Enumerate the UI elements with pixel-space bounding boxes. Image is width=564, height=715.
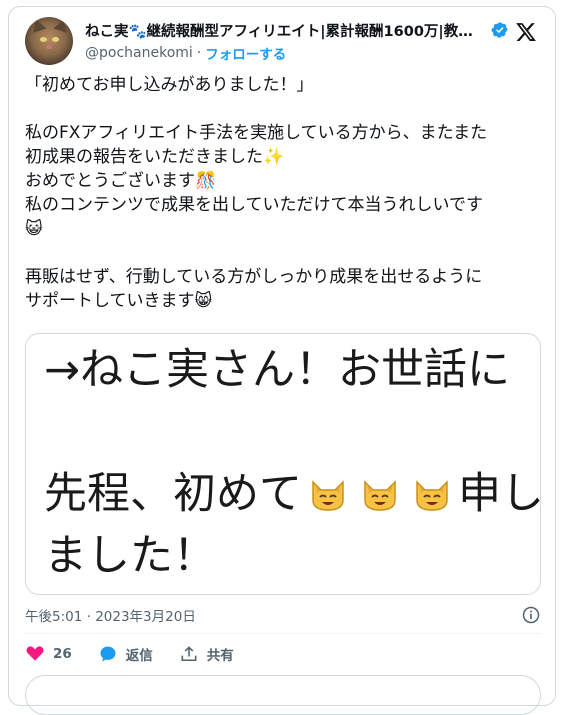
name-row: ねこ実🐾継続報酬型アフィリエイト|累計報酬1600万|教材実… xyxy=(85,19,515,41)
share-label: 共有 xyxy=(206,648,234,664)
reply-button[interactable]: 返信 xyxy=(98,644,153,664)
cat-face-icon xyxy=(416,480,448,511)
cat-face-icon xyxy=(312,480,344,511)
verified-badge-icon xyxy=(491,22,508,38)
separator: · xyxy=(196,45,202,61)
info-icon[interactable] xyxy=(521,605,541,625)
share-icon xyxy=(181,646,197,662)
reply-box[interactable] xyxy=(25,675,541,715)
reply-label: 返信 xyxy=(125,648,153,664)
tweet-line: 😺 xyxy=(25,219,43,239)
tweet-line: 再販はせず、行動している方がしっかり成果を出せるように xyxy=(25,267,483,287)
tweet-line: おめでとうございます🎊 xyxy=(25,171,217,191)
like-button[interactable]: 26 xyxy=(25,644,72,664)
heart-icon xyxy=(26,646,44,661)
x-logo-icon[interactable] xyxy=(515,21,537,43)
follow-button[interactable]: フォローする xyxy=(205,43,286,63)
tweet-header: ねこ実🐾継続報酬型アフィリエイト|累計報酬1600万|教材実… @pochane… xyxy=(25,17,541,65)
avatar[interactable] xyxy=(25,17,73,65)
handle-row: @pochanekomi · フォローする xyxy=(85,43,286,63)
tweet-line: 「初めてお申し込みがありました！」 xyxy=(25,75,314,95)
tweet-card: ねこ実🐾継続報酬型アフィリエイト|累計報酬1600万|教材実… @pochane… xyxy=(8,6,556,715)
image-text-line: →ねこ実さん！お世話に xyxy=(44,345,511,395)
tweet-line xyxy=(25,241,541,265)
tweet-line: 初成果の報告をいただきました✨ xyxy=(25,147,285,167)
timestamp-row: 午後5:01 · 2023年3月20日 xyxy=(25,605,541,625)
share-button[interactable]: 共有 xyxy=(179,644,234,664)
image-text-segment: 先程、初めて xyxy=(44,469,302,519)
timestamp[interactable]: 午後5:01 · 2023年3月20日 xyxy=(25,609,196,625)
tweet-line: サポートしていきます😸 xyxy=(25,291,213,311)
handle[interactable]: @pochanekomi xyxy=(85,45,193,61)
display-name[interactable]: ねこ実🐾継続報酬型アフィリエイト|累計報酬1600万|教材実… xyxy=(85,20,487,41)
tweet-text: 「初めてお申し込みがありました！」 私のFXアフィリエイト手法を実施している方か… xyxy=(25,73,541,313)
image-text-segment: 申し xyxy=(458,469,541,519)
like-count: 26 xyxy=(53,646,72,662)
speech-bubble-icon xyxy=(100,646,116,662)
divider xyxy=(25,633,541,634)
tweet-line xyxy=(25,97,541,121)
image-text-line: ました！ xyxy=(44,531,216,581)
tweet-line: 私のコンテンツで成果を出していただけて本当うれしいです xyxy=(25,195,483,215)
cat-face-icon xyxy=(364,480,396,511)
action-bar: 26 返信 共有 xyxy=(25,641,260,667)
tweet-line: 私のFXアフィリエイト手法を実施している方から、またまた xyxy=(25,123,488,143)
image-text-line: 先程、初めて 申し xyxy=(44,468,541,520)
attached-image[interactable]: →ねこ実さん！お世話に 先程、初めて 申し ました！ xyxy=(25,333,541,595)
